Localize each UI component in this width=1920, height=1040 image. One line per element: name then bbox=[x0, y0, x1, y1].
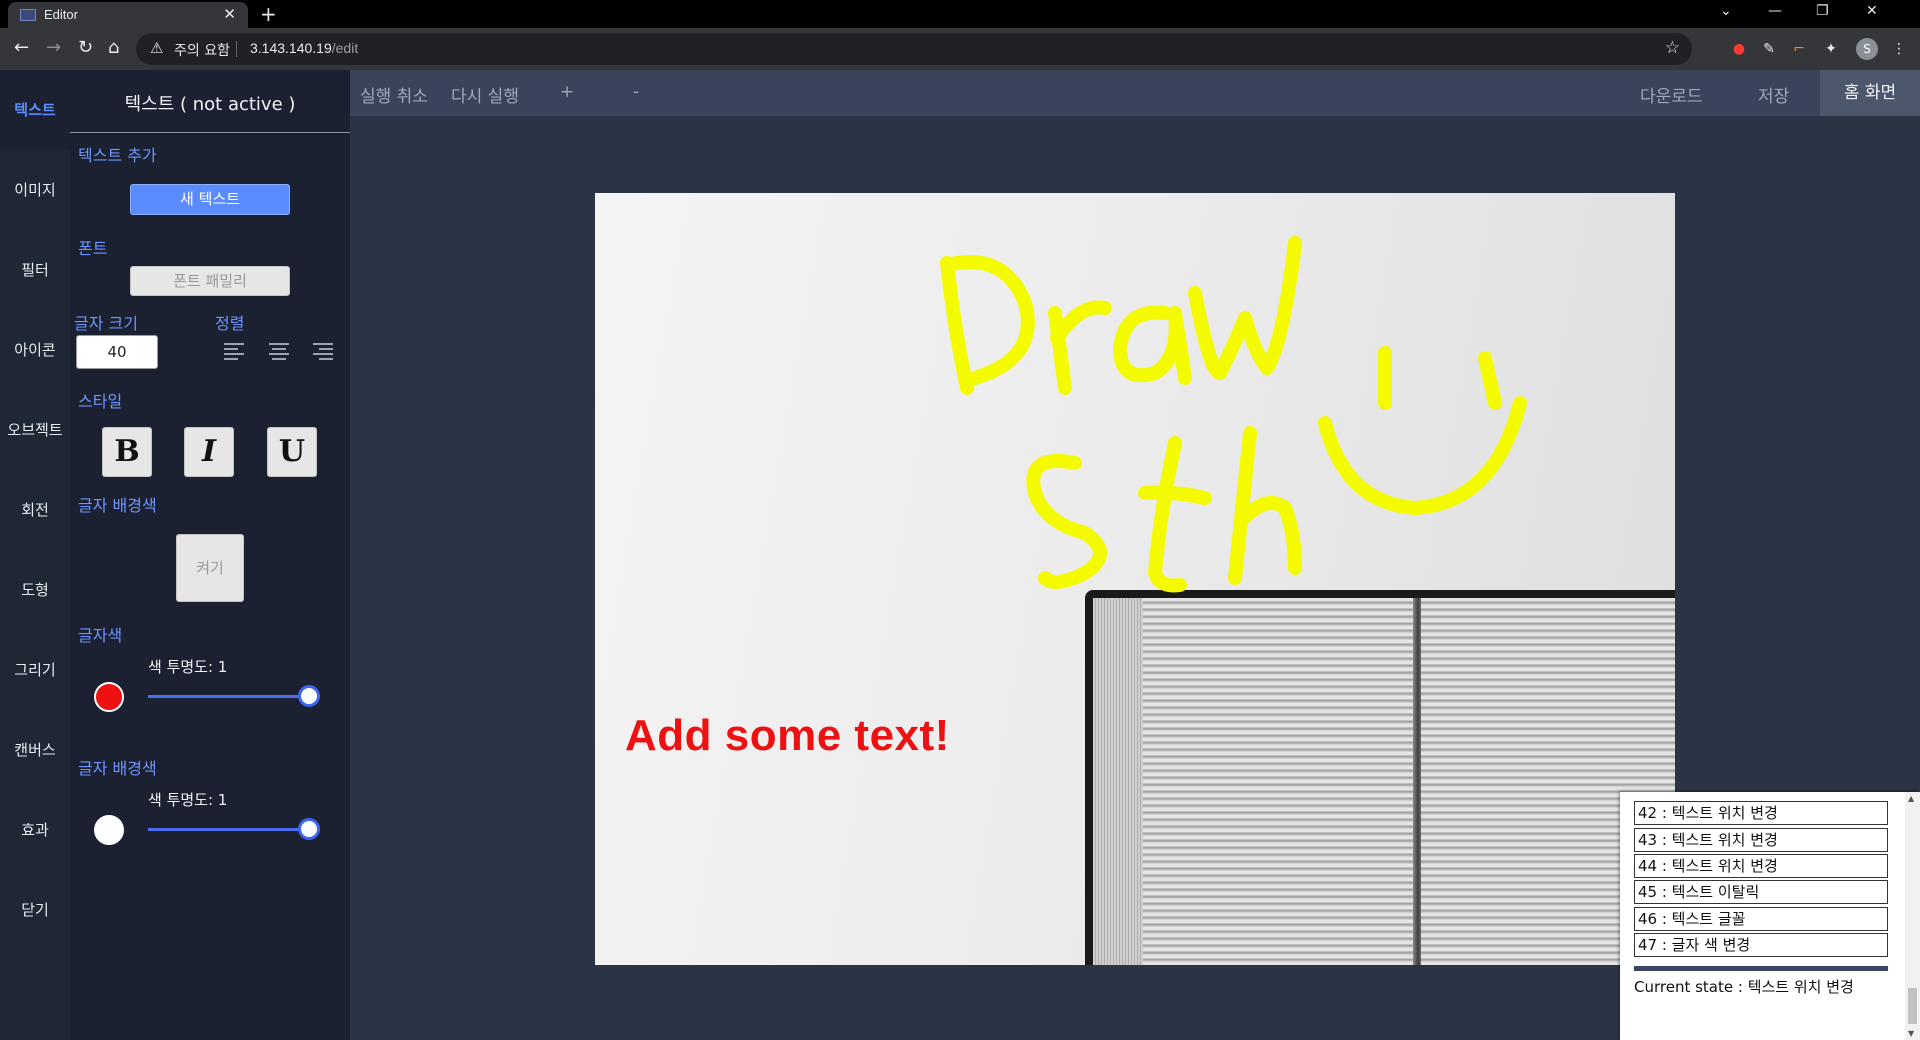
panel-divider bbox=[70, 132, 350, 133]
extension-red-icon[interactable]: ● bbox=[1728, 38, 1750, 60]
scroll-thumb[interactable] bbox=[1908, 988, 1917, 1024]
canvas-text-object[interactable]: Add some text! bbox=[625, 711, 950, 761]
bg-opacity-label: 색 투명도: 1 bbox=[148, 791, 228, 809]
extension-orange-icon[interactable]: ⌐ bbox=[1788, 38, 1810, 60]
text-bg-toggle-button[interactable]: 켜기 bbox=[176, 534, 244, 602]
security-label[interactable]: 주의 요함 bbox=[174, 40, 230, 60]
omnibox[interactable]: ⚠ 주의 요함 3.143.140.19/edit ☆ bbox=[136, 33, 1692, 65]
top-toolbar: 실행 취소 다시 실행 + - 다운로드 저장 홈 화면 bbox=[350, 70, 1920, 116]
smiley-drawing bbox=[1318, 346, 1527, 515]
menu-item-image[interactable]: 이미지 bbox=[0, 150, 70, 230]
history-scrollbar[interactable]: ▲ ▼ bbox=[1905, 792, 1920, 1040]
text-opacity-label: 색 투명도: 1 bbox=[148, 658, 228, 676]
redo-button[interactable]: 다시 실행 bbox=[451, 82, 519, 107]
align-label: 정렬 bbox=[215, 314, 245, 333]
undo-button[interactable]: 실행 취소 bbox=[360, 82, 428, 107]
home-button[interactable]: 홈 화면 bbox=[1820, 70, 1920, 116]
new-tab-button[interactable]: + bbox=[260, 2, 277, 26]
editor-canvas[interactable]: Add some text! bbox=[595, 193, 1675, 965]
menu-item-icon[interactable]: 아이콘 bbox=[0, 310, 70, 390]
window-close-icon[interactable]: ✕ bbox=[1866, 3, 1878, 19]
text-bg-color-label: 글자 배경색 bbox=[78, 759, 157, 778]
zoom-in-button[interactable]: + bbox=[560, 82, 574, 102]
restore-icon[interactable]: ❐ bbox=[1816, 3, 1829, 19]
browser-tab[interactable]: Editor ✕ bbox=[8, 2, 248, 28]
font-size-input[interactable]: 40 bbox=[76, 335, 158, 369]
url-host: 3.143.140.19 bbox=[250, 40, 332, 56]
address-bar: ← → ↻ ⌂ ⚠ 주의 요함 3.143.140.19/edit ☆ ● ✎ … bbox=[0, 28, 1920, 70]
menu-item-draw[interactable]: 그리기 bbox=[0, 630, 70, 710]
history-item[interactable]: 46 : 텍스트 글꼴 bbox=[1634, 907, 1888, 931]
reload-icon[interactable]: ↻ bbox=[78, 37, 93, 58]
bookmark-star-icon[interactable]: ☆ bbox=[1665, 38, 1680, 58]
history-item[interactable]: 42 : 텍스트 위치 변경 bbox=[1634, 801, 1888, 825]
extension-pen-icon[interactable]: ✎ bbox=[1758, 38, 1780, 60]
warning-icon[interactable]: ⚠ bbox=[150, 39, 163, 57]
favicon-icon bbox=[20, 9, 36, 21]
close-tab-icon[interactable]: ✕ bbox=[223, 5, 236, 23]
extensions-puzzle-icon[interactable]: ✦ bbox=[1820, 38, 1842, 60]
underline-button[interactable]: U bbox=[267, 427, 317, 477]
font-label: 폰트 bbox=[78, 239, 108, 258]
scroll-up-icon[interactable]: ▲ bbox=[1908, 794, 1914, 803]
italic-button[interactable]: I bbox=[184, 427, 234, 477]
menu-item-rotate[interactable]: 회전 bbox=[0, 470, 70, 550]
history-item[interactable]: 44 : 텍스트 위치 변경 bbox=[1634, 854, 1888, 878]
drawing-layer bbox=[940, 236, 1527, 593]
text-opacity-slider-thumb[interactable] bbox=[298, 685, 320, 707]
menu-item-object[interactable]: 오브젝트 bbox=[0, 390, 70, 470]
font-family-button[interactable]: 폰트 패밀리 bbox=[130, 266, 290, 296]
style-label: 스타일 bbox=[78, 392, 123, 411]
url-text[interactable]: 3.143.140.19/edit bbox=[250, 40, 358, 56]
align-right-icon[interactable] bbox=[313, 340, 335, 362]
editor-app: 텍스트 이미지 필터 아이콘 오브젝트 회전 도형 그리기 캔버스 효과 닫기 … bbox=[0, 70, 1920, 1040]
bg-opacity-slider[interactable] bbox=[148, 828, 320, 831]
align-left-icon[interactable] bbox=[224, 340, 246, 362]
menu-item-filter[interactable]: 필터 bbox=[0, 230, 70, 310]
new-text-button[interactable]: 새 텍스트 bbox=[130, 184, 290, 215]
text-opacity-slider[interactable] bbox=[148, 695, 320, 698]
align-center-icon[interactable] bbox=[269, 340, 291, 362]
profile-avatar[interactable]: S bbox=[1856, 38, 1878, 60]
history-item[interactable]: 45 : 텍스트 이탈릭 bbox=[1634, 880, 1888, 904]
bold-button[interactable]: B bbox=[102, 427, 152, 477]
home-icon[interactable]: ⌂ bbox=[108, 37, 119, 58]
font-size-label: 글자 크기 bbox=[74, 314, 138, 333]
tool-menu: 텍스트 이미지 필터 아이콘 오브젝트 회전 도형 그리기 캔버스 효과 닫기 bbox=[0, 70, 70, 1040]
back-icon[interactable]: ← bbox=[14, 37, 29, 58]
download-button[interactable]: 다운로드 bbox=[1640, 82, 1703, 107]
menu-item-shape[interactable]: 도형 bbox=[0, 550, 70, 630]
history-panel: 42 : 텍스트 위치 변경 43 : 텍스트 위치 변경 44 : 텍스트 위… bbox=[1620, 792, 1920, 1040]
bg-opacity-slider-thumb[interactable] bbox=[298, 818, 320, 840]
current-state-label: Current state : 텍스트 위치 변경 bbox=[1634, 978, 1854, 996]
tab-search-icon[interactable]: ⌄ bbox=[1720, 3, 1732, 19]
menu-item-canvas[interactable]: 캔버스 bbox=[0, 710, 70, 790]
text-settings-panel: 텍스트 ( not active ) 텍스트 추가 새 텍스트 폰트 폰트 패밀… bbox=[70, 70, 350, 1040]
menu-item-text[interactable]: 텍스트 bbox=[0, 70, 70, 150]
menu-item-effect[interactable]: 효과 bbox=[0, 790, 70, 870]
divider bbox=[236, 41, 237, 57]
panel-title: 텍스트 ( not active ) bbox=[124, 94, 296, 115]
zoom-out-button[interactable]: - bbox=[633, 82, 639, 102]
history-divider bbox=[1634, 966, 1888, 971]
scroll-down-icon[interactable]: ▼ bbox=[1908, 1029, 1914, 1038]
save-button[interactable]: 저장 bbox=[1758, 82, 1789, 107]
browser-menu-icon[interactable]: ⋮ bbox=[1888, 38, 1910, 60]
minimize-icon[interactable]: — bbox=[1768, 3, 1782, 19]
forward-icon[interactable]: → bbox=[46, 37, 61, 58]
url-path: /edit bbox=[331, 40, 359, 56]
history-item[interactable]: 43 : 텍스트 위치 변경 bbox=[1634, 828, 1888, 852]
add-text-label: 텍스트 추가 bbox=[78, 146, 157, 165]
text-color-swatch[interactable] bbox=[94, 682, 124, 712]
menu-item-close[interactable]: 닫기 bbox=[0, 870, 70, 950]
browser-tab-strip: Editor ✕ + ⌄ — ❐ ✕ bbox=[0, 0, 1920, 28]
text-bg-label: 글자 배경색 bbox=[78, 496, 157, 515]
text-color-label: 글자색 bbox=[78, 626, 123, 645]
drawn-text-strokes bbox=[940, 236, 1302, 593]
text-bg-color-swatch[interactable] bbox=[94, 815, 124, 845]
history-item[interactable]: 47 : 글자 색 변경 bbox=[1634, 933, 1888, 957]
tab-title: Editor bbox=[44, 7, 78, 22]
